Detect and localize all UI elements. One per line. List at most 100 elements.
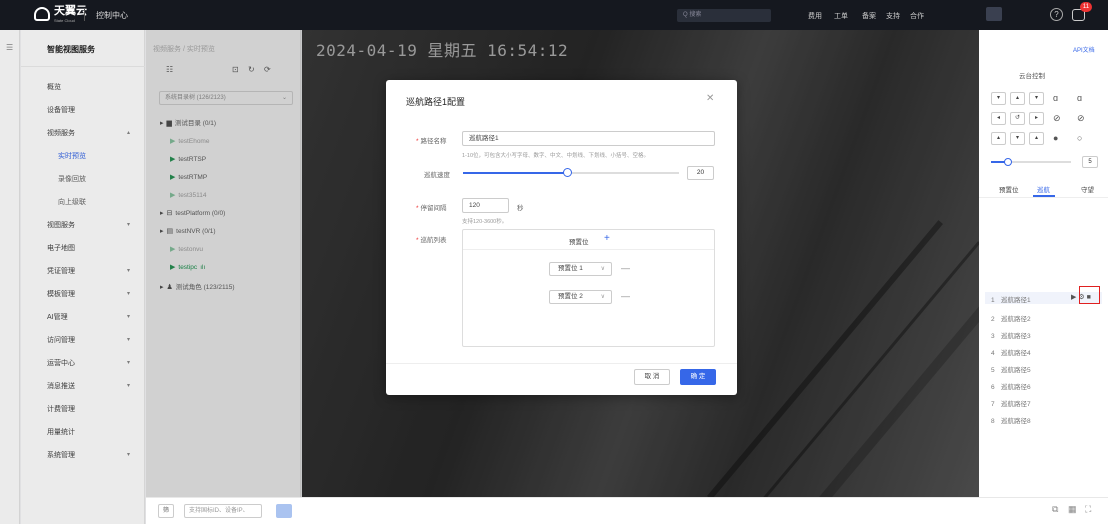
path-name-label-text: 路径名称 [420, 138, 447, 145]
ptz-speed-handle[interactable] [1004, 158, 1012, 166]
cruise-item[interactable]: 8 巡航路径8 [991, 415, 1031, 425]
add-preset-icon[interactable]: + [604, 233, 610, 244]
speed-label: 巡航速度 [424, 172, 450, 179]
ptz-down-left-button[interactable]: ▴ [991, 132, 1006, 145]
device-search-input[interactable]: 支持国标ID、设备IP、 [184, 504, 262, 518]
ptz-up-left-button[interactable]: ▾ [991, 92, 1006, 105]
ptz-title: 云台控制 [1019, 73, 1045, 80]
remove-preset-icon[interactable]: — [621, 291, 630, 301]
help-icon[interactable]: ? [1050, 8, 1063, 21]
ptz-down-button[interactable]: ▾ [1010, 132, 1025, 145]
nav-filing[interactable]: 备案 [862, 11, 876, 21]
filter-button[interactable]: 筛 [158, 504, 174, 518]
tab-presets[interactable]: 预置位 [999, 184, 1019, 194]
cruise-item[interactable]: 4 巡航路径4 [991, 347, 1031, 357]
screenshot-icon[interactable]: ⧉ [1052, 504, 1058, 515]
nav-partner[interactable]: 合作 [910, 11, 924, 21]
brand-name[interactable]: 天翼云 [54, 6, 87, 17]
confirm-button[interactable]: 确 定 [680, 369, 716, 385]
ptz-panel: 云台控制 ▾ ▴ ▾ ɑ ɑ ◂ ↺ ▸ ⊘ ⊘ ▴ ▾ ▴ ● ○ 5 预置位… [979, 30, 1108, 497]
notification-badge: 11 [1080, 2, 1092, 12]
zoom-in-icon[interactable]: ɑ [1053, 93, 1058, 103]
path-name-hint: 1-10位，可包含大小写字母、数字、中文、中划线、下划线、小括号、空格。 [462, 153, 650, 159]
cruise-item[interactable]: 2 巡航路径2 [991, 313, 1031, 323]
ptz-up-right-button[interactable]: ▾ [1029, 92, 1044, 105]
search-button[interactable] [276, 504, 292, 518]
cruise-list-header-title: 预置位 [569, 239, 589, 246]
api-docs-link[interactable]: API文档 [1073, 45, 1095, 54]
cruise-item[interactable]: 1 巡航路径1 [991, 294, 1031, 304]
iris-open-icon[interactable]: ● [1053, 133, 1058, 143]
preset-select-value: 预置位 2 [558, 293, 583, 300]
required-mark: * [416, 138, 419, 145]
divider [979, 197, 1108, 198]
interval-label: * 停留间隔 [416, 202, 447, 212]
play-icon[interactable]: ▶ [1071, 294, 1076, 301]
modal-mask [0, 30, 146, 524]
nav-support[interactable]: 支持 [886, 11, 900, 21]
cruise-item-label: 巡航路径8 [1001, 418, 1031, 425]
user-avatar[interactable] [986, 7, 1002, 21]
ptz-left-button[interactable]: ◂ [991, 112, 1006, 125]
focus-near-icon[interactable]: ⊘ [1053, 113, 1061, 124]
dialog-title: 巡航路径1配置 [406, 97, 466, 107]
ptz-speed-value[interactable]: 5 [1082, 156, 1098, 168]
divider [386, 363, 737, 364]
path-name-input[interactable]: 巡航路径1 [462, 131, 715, 146]
highlight-box [1079, 286, 1100, 304]
cruise-config-dialog: 巡航路径1配置 ✕ * 路径名称 巡航路径1 1-10位，可包含大小写字母、数字、… [386, 80, 737, 395]
nav-tickets[interactable]: 工单 [834, 11, 848, 21]
ptz-center-button[interactable]: ↺ [1010, 112, 1025, 125]
cruise-item-label: 巡航路径5 [1001, 367, 1031, 374]
interval-input[interactable]: 120 [462, 198, 509, 213]
cruise-item[interactable]: 3 巡航路径3 [991, 330, 1031, 340]
cruise-item[interactable]: 6 巡航路径6 [991, 381, 1031, 391]
cruise-list-label: * 巡航列表 [416, 234, 447, 244]
nav-fees[interactable]: 费用 [808, 11, 822, 21]
cruise-list-label-text: 巡航列表 [420, 237, 447, 244]
cruise-item[interactable]: 7 巡航路径7 [991, 398, 1031, 408]
breadcrumb: 视频服务 / 实时预览 [153, 46, 215, 53]
zoom-out-icon[interactable]: ɑ [1077, 93, 1082, 103]
cruise-item-number: 1 [991, 297, 995, 304]
ptz-right-button[interactable]: ▸ [1029, 112, 1044, 125]
cruise-list-header: 预置位 + [463, 230, 714, 250]
cruise-list-box: 预置位 + 预置位 1 ∨ — 预置位 2 ∨ — [462, 229, 715, 347]
global-search-input[interactable]: Q 搜索 [677, 9, 771, 22]
cruise-item-label: 巡航路径2 [1001, 316, 1031, 323]
layout-grid-icon[interactable]: ▦ [1068, 504, 1077, 515]
remove-preset-icon[interactable]: — [621, 263, 630, 273]
preset-select[interactable]: 预置位 1 ∨ [549, 262, 612, 276]
cruise-item-number: 5 [991, 367, 995, 374]
chevron-down-icon: ∨ [600, 266, 605, 272]
path-name-label: * 路径名称 [416, 135, 447, 145]
required-mark: * [416, 237, 419, 244]
chevron-down-icon: ∨ [600, 294, 605, 300]
iris-close-icon[interactable]: ○ [1077, 133, 1082, 143]
cruise-speed-value[interactable]: 20 [687, 166, 714, 180]
interval-hint: 支持120-3600秒。 [462, 219, 508, 225]
cruise-speed-handle[interactable] [563, 168, 572, 177]
cruise-item-number: 4 [991, 350, 995, 357]
cruise-item-label: 巡航路径7 [1001, 401, 1031, 408]
ptz-up-button[interactable]: ▴ [1010, 92, 1025, 105]
close-icon[interactable]: ✕ [706, 93, 714, 104]
ptz-down-right-button[interactable]: ▴ [1029, 132, 1044, 145]
cruise-item[interactable]: 5 巡航路径5 [991, 364, 1031, 374]
cruise-item-label: 巡航路径3 [1001, 333, 1031, 340]
interval-label-text: 停留间隔 [420, 205, 447, 212]
tab-guard[interactable]: 守望 [1081, 184, 1094, 194]
cruise-item-label: 巡航路径4 [1001, 350, 1031, 357]
cloud-logo-icon[interactable] [34, 7, 50, 21]
console-link[interactable]: 控制中心 [96, 10, 128, 21]
brand-subtitle: State Cloud [54, 18, 75, 23]
preset-select[interactable]: 预置位 2 ∨ [549, 290, 612, 304]
cruise-item-number: 2 [991, 316, 995, 323]
cruise-item-number: 7 [991, 401, 995, 408]
fullscreen-icon[interactable]: ⛶ [1085, 504, 1091, 515]
tab-cruise[interactable]: 巡航 [1037, 184, 1050, 194]
interval-unit: 秒 [517, 205, 524, 212]
cruise-item-label: 巡航路径6 [1001, 384, 1031, 391]
focus-far-icon[interactable]: ⊘ [1077, 113, 1085, 124]
cancel-button[interactable]: 取 消 [634, 369, 670, 385]
